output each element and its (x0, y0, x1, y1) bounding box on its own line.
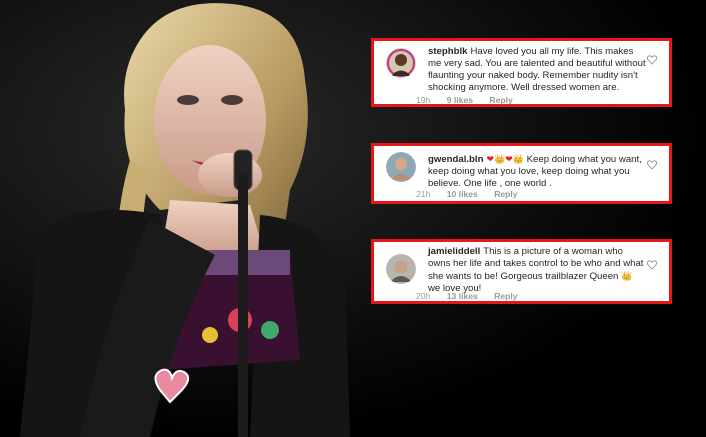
timestamp: 20h (416, 291, 431, 301)
comment-text: stephblk Have loved you all my life. This… (428, 46, 647, 94)
timestamp: 19h (416, 95, 431, 105)
likes-count[interactable]: 10 likes (447, 189, 478, 199)
avatar-image (386, 48, 416, 78)
crown-emoji: 👑 (493, 154, 506, 164)
crown-emoji: 👑 (512, 154, 524, 164)
comment-text: gwendal.bln ❤👑❤👑 Keep doing what you want… (428, 153, 647, 190)
avatar-image (386, 152, 416, 182)
username[interactable]: jamieliddell (428, 246, 480, 257)
username[interactable]: gwendal.bln (428, 154, 483, 165)
reply-button[interactable]: Reply (494, 291, 517, 301)
reply-button[interactable]: Reply (494, 189, 517, 199)
heart-outline-icon[interactable] (647, 260, 657, 270)
heart-outline-icon[interactable] (647, 160, 657, 170)
avatar[interactable] (386, 48, 416, 78)
reply-button[interactable]: Reply (489, 95, 512, 105)
comment-meta: 21h 10 likes Reply (416, 189, 532, 199)
timestamp: 21h (416, 189, 431, 199)
heart-outline-icon[interactable] (647, 55, 657, 65)
username[interactable]: stephblk (428, 46, 467, 57)
avatar-image (386, 254, 416, 284)
comment-meta: 20h 13 likes Reply (416, 291, 532, 301)
comment-meta: 19h 9 likes Reply (416, 95, 527, 105)
red-heart-emoji: ❤ (505, 154, 513, 164)
likes-count[interactable]: 13 likes (447, 291, 478, 301)
crown-emoji: 👑 (621, 271, 633, 281)
likes-count[interactable]: 9 likes (447, 95, 473, 105)
avatar[interactable] (386, 254, 416, 284)
comment-text: jamieliddell This is a picture of a woman… (428, 246, 647, 295)
avatar[interactable] (386, 152, 416, 182)
comment-card: jamieliddell This is a picture of a woman… (371, 239, 672, 304)
comment-card: gwendal.bln ❤👑❤👑 Keep doing what you want… (371, 143, 672, 204)
comment-card: stephblk Have loved you all my life. This… (371, 38, 672, 107)
red-heart-emoji: ❤ (486, 154, 494, 164)
